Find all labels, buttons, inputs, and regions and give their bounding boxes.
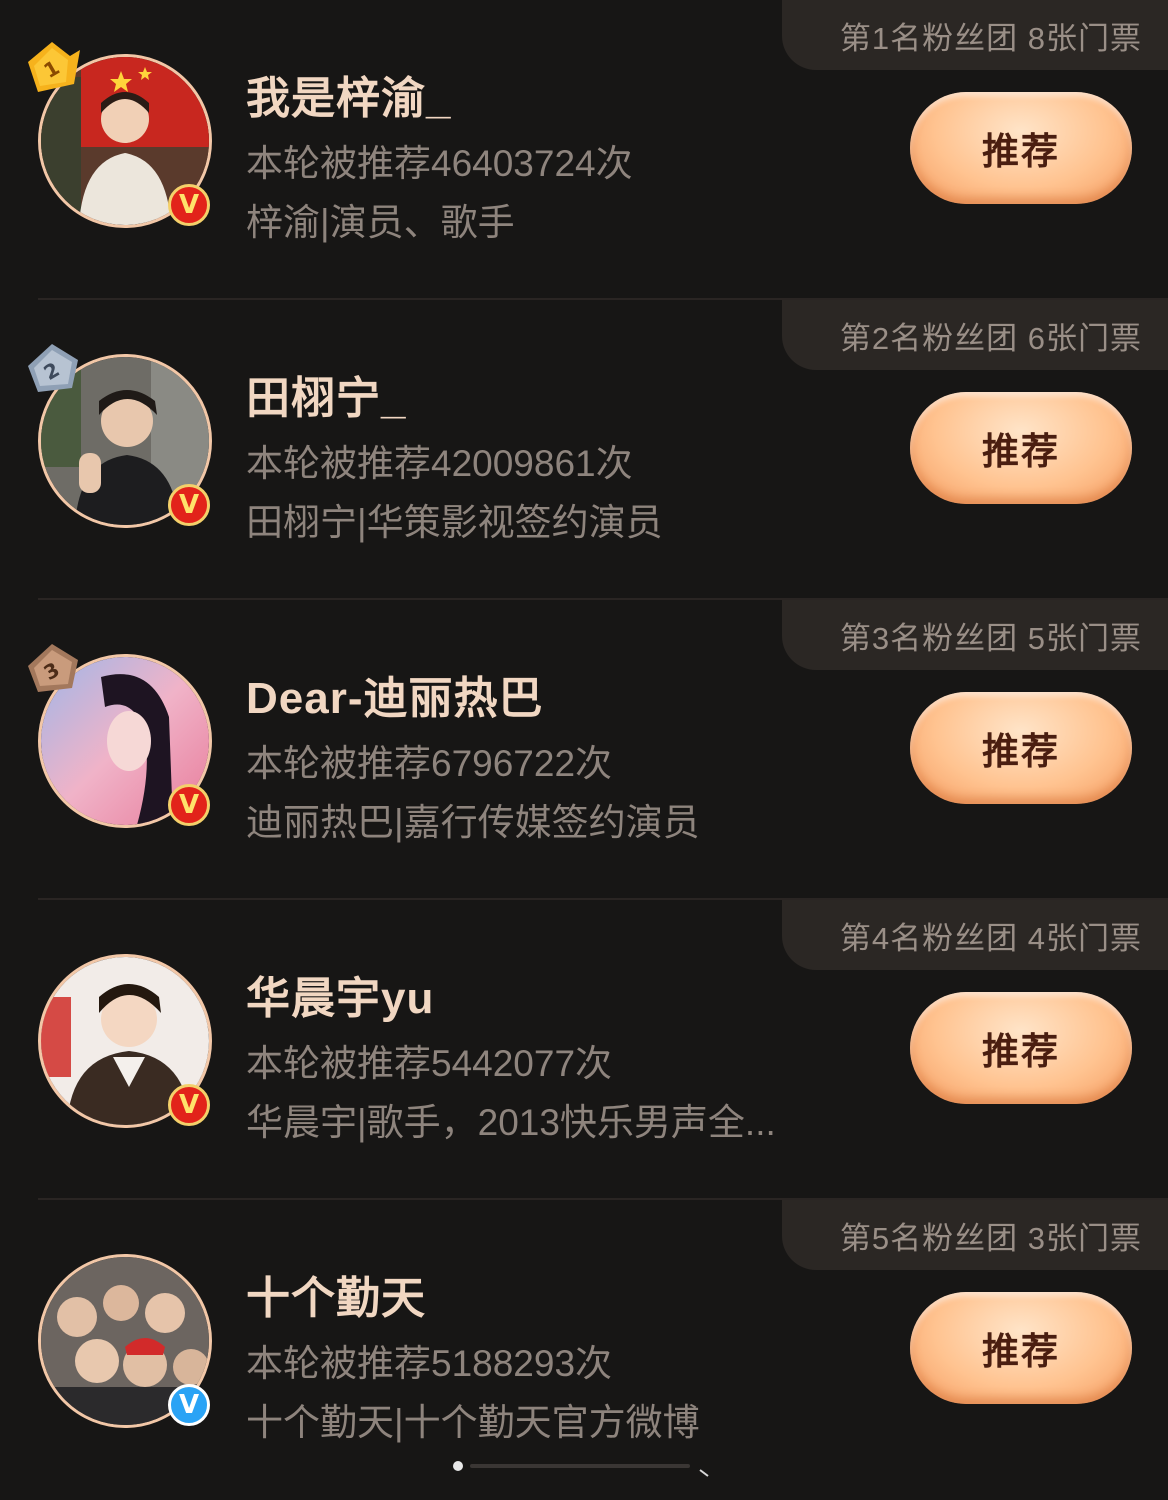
recommend-count: 本轮被推荐5188293次 xyxy=(246,1343,613,1384)
fan-group-rank-tag: 第4名粉丝团 4张门票 xyxy=(782,900,1168,970)
user-description: 华晨宇|歌手，2013快乐男声全... xyxy=(246,1102,776,1143)
recommend-button[interactable]: 推荐 xyxy=(910,992,1132,1104)
rank-1-medal-icon: 1 xyxy=(28,42,80,92)
avatar-container[interactable]: V xyxy=(38,954,212,1128)
verified-badge-icon: V xyxy=(168,1384,210,1426)
verified-badge-icon: V xyxy=(168,784,210,826)
rank-2-medal-icon: 2 xyxy=(28,344,78,392)
user-name[interactable]: 我是梓渝_ xyxy=(246,62,451,126)
recommend-button[interactable]: 推荐 xyxy=(910,92,1132,204)
page-indicator xyxy=(453,1461,709,1477)
avatar-container[interactable]: V 2 xyxy=(28,344,212,528)
verified-badge-icon: V xyxy=(168,184,210,226)
user-description: 梓渝|演员、歌手 xyxy=(246,202,515,243)
ranking-row: 第2名粉丝团 6张门票 V 2 田栩宁_ 本轮被推荐42009861次 田栩宁|… xyxy=(0,300,1168,600)
recommend-button[interactable]: 推荐 xyxy=(910,692,1132,804)
fan-group-rank-tag: 第2名粉丝团 6张门票 xyxy=(782,300,1168,370)
fan-group-rank-tag: 第1名粉丝团 8张门票 xyxy=(782,0,1168,70)
ranking-row: 第4名粉丝团 4张门票 V 华晨宇yu 本轮被推荐5442077次 华晨宇|歌手… xyxy=(0,900,1168,1200)
avatar-container[interactable]: V xyxy=(38,1254,212,1428)
rank-3-medal-icon: 3 xyxy=(28,644,78,692)
recommend-count: 本轮被推荐6796722次 xyxy=(246,743,613,784)
avatar-container[interactable]: V 1 xyxy=(28,42,212,228)
recommend-count: 本轮被推荐5442077次 xyxy=(246,1043,613,1084)
ranking-row: 第1名粉丝团 8张门票 V 1 我是梓渝_ 本轮被推荐46403724次 梓渝|… xyxy=(0,0,1168,300)
recommend-button[interactable]: 推荐 xyxy=(910,392,1132,504)
recommend-count: 本轮被推荐42009861次 xyxy=(246,443,633,484)
ranking-row: 第5名粉丝团 3张门票 V 十个勤天 本轮被推荐5188293次 十个勤天|十个… xyxy=(0,1200,1168,1500)
recommend-button[interactable]: 推荐 xyxy=(910,1292,1132,1404)
user-description: 田栩宁|华策影视签约演员 xyxy=(246,502,663,543)
user-description: 十个勤天|十个勤天官方微博 xyxy=(246,1402,700,1443)
user-name[interactable]: 十个勤天 xyxy=(246,1262,426,1326)
user-name[interactable]: 华晨宇yu xyxy=(246,962,434,1026)
ranking-row: 第3名粉丝团 5张门票 V 3 Dear-迪丽热巴 本轮被推荐6796722次 … xyxy=(0,600,1168,900)
user-name[interactable]: Dear-迪丽热巴 xyxy=(246,662,544,726)
recommend-count: 本轮被推荐46403724次 xyxy=(246,143,633,184)
fan-group-rank-tag: 第5名粉丝团 3张门票 xyxy=(782,1200,1168,1270)
fan-group-rank-tag: 第3名粉丝团 5张门票 xyxy=(782,600,1168,670)
avatar-container[interactable]: V 3 xyxy=(28,644,212,828)
verified-badge-icon: V xyxy=(168,484,210,526)
recommend-ranking-list: 第1名粉丝团 8张门票 V 1 我是梓渝_ 本轮被推荐46403724次 梓渝|… xyxy=(0,0,1168,1500)
user-name[interactable]: 田栩宁_ xyxy=(246,362,406,426)
user-description: 迪丽热巴|嘉行传媒签约演员 xyxy=(246,802,700,843)
verified-badge-icon: V xyxy=(168,1084,210,1126)
